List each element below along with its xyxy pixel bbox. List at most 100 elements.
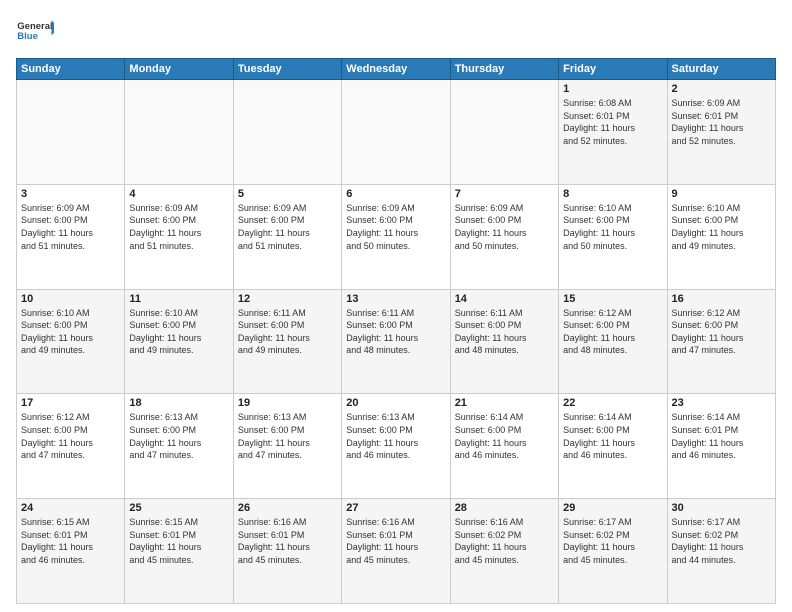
calendar-cell: 3 Sunrise: 6:09 AM Sunset: 6:00 PM Daylig… [17,184,125,289]
day-info: Sunrise: 6:16 AM Sunset: 6:01 PM Dayligh… [346,516,445,566]
day-number: 6 [346,188,445,200]
day-info: Sunrise: 6:15 AM Sunset: 6:01 PM Dayligh… [21,516,120,566]
day-number: 1 [563,83,662,95]
day-number: 21 [455,397,554,409]
calendar-cell: 27 Sunrise: 6:16 AM Sunset: 6:01 PM Dayli… [342,499,450,604]
svg-text:Blue: Blue [17,31,38,42]
day-info: Sunrise: 6:14 AM Sunset: 6:00 PM Dayligh… [455,411,554,461]
calendar-cell: 20 Sunrise: 6:13 AM Sunset: 6:00 PM Dayli… [342,394,450,499]
day-number: 29 [563,502,662,514]
day-number: 22 [563,397,662,409]
logo-svg: General Blue [16,12,54,50]
day-of-week-header: Friday [559,59,667,80]
calendar-cell: 29 Sunrise: 6:17 AM Sunset: 6:02 PM Dayli… [559,499,667,604]
calendar-cell: 13 Sunrise: 6:11 AM Sunset: 6:00 PM Dayli… [342,289,450,394]
day-number: 25 [129,502,228,514]
day-number: 27 [346,502,445,514]
day-number: 18 [129,397,228,409]
calendar-week-row: 10 Sunrise: 6:10 AM Sunset: 6:00 PM Dayli… [17,289,776,394]
calendar-cell: 24 Sunrise: 6:15 AM Sunset: 6:01 PM Dayli… [17,499,125,604]
day-number: 8 [563,188,662,200]
day-of-week-header: Tuesday [233,59,341,80]
calendar-cell: 2Sunrise: 6:09 AM Sunset: 6:01 PM Daylig… [667,80,775,185]
day-info: Sunrise: 6:16 AM Sunset: 6:02 PM Dayligh… [455,516,554,566]
calendar-header-row: SundayMondayTuesdayWednesdayThursdayFrid… [17,59,776,80]
day-info: Sunrise: 6:12 AM Sunset: 6:00 PM Dayligh… [563,307,662,357]
day-of-week-header: Monday [125,59,233,80]
day-number: 24 [21,502,120,514]
day-info: Sunrise: 6:11 AM Sunset: 6:00 PM Dayligh… [455,307,554,357]
calendar-week-row: 3 Sunrise: 6:09 AM Sunset: 6:00 PM Daylig… [17,184,776,289]
day-number: 16 [672,293,771,305]
day-info: Sunrise: 6:13 AM Sunset: 6:00 PM Dayligh… [346,411,445,461]
day-info: Sunrise: 6:09 AM Sunset: 6:00 PM Dayligh… [21,202,120,252]
page: General Blue SundayMondayTuesdayWednesda… [0,0,792,612]
calendar-cell [125,80,233,185]
day-info: Sunrise: 6:10 AM Sunset: 6:00 PM Dayligh… [21,307,120,357]
day-number: 28 [455,502,554,514]
day-info: Sunrise: 6:09 AM Sunset: 6:01 PM Dayligh… [672,97,771,147]
calendar-cell: 1 Sunrise: 6:08 AM Sunset: 6:01 PM Daylig… [559,80,667,185]
calendar-cell [342,80,450,185]
svg-text:General: General [17,21,52,32]
day-info: Sunrise: 6:12 AM Sunset: 6:00 PM Dayligh… [21,411,120,461]
day-info: Sunrise: 6:14 AM Sunset: 6:00 PM Dayligh… [563,411,662,461]
day-number: 10 [21,293,120,305]
day-number: 4 [129,188,228,200]
day-info: Sunrise: 6:12 AM Sunset: 6:00 PM Dayligh… [672,307,771,357]
calendar-cell: 7 Sunrise: 6:09 AM Sunset: 6:00 PM Daylig… [450,184,558,289]
day-number: 12 [238,293,337,305]
day-info: Sunrise: 6:13 AM Sunset: 6:00 PM Dayligh… [129,411,228,461]
calendar-cell [450,80,558,185]
day-info: Sunrise: 6:11 AM Sunset: 6:00 PM Dayligh… [346,307,445,357]
calendar-cell: 12Sunrise: 6:11 AM Sunset: 6:00 PM Dayli… [233,289,341,394]
day-number: 26 [238,502,337,514]
day-of-week-header: Sunday [17,59,125,80]
day-number: 17 [21,397,120,409]
day-number: 3 [21,188,120,200]
calendar-cell: 25 Sunrise: 6:15 AM Sunset: 6:01 PM Dayli… [125,499,233,604]
day-info: Sunrise: 6:17 AM Sunset: 6:02 PM Dayligh… [563,516,662,566]
day-info: Sunrise: 6:09 AM Sunset: 6:00 PM Dayligh… [455,202,554,252]
day-info: Sunrise: 6:08 AM Sunset: 6:01 PM Dayligh… [563,97,662,147]
day-number: 9 [672,188,771,200]
calendar-week-row: 1 Sunrise: 6:08 AM Sunset: 6:01 PM Daylig… [17,80,776,185]
calendar-cell: 19Sunrise: 6:13 AM Sunset: 6:00 PM Dayli… [233,394,341,499]
calendar-cell: 14 Sunrise: 6:11 AM Sunset: 6:00 PM Dayli… [450,289,558,394]
calendar-cell: 17 Sunrise: 6:12 AM Sunset: 6:00 PM Dayli… [17,394,125,499]
calendar-cell: 9 Sunrise: 6:10 AM Sunset: 6:00 PM Daylig… [667,184,775,289]
day-info: Sunrise: 6:17 AM Sunset: 6:02 PM Dayligh… [672,516,771,566]
day-of-week-header: Saturday [667,59,775,80]
day-info: Sunrise: 6:10 AM Sunset: 6:00 PM Dayligh… [672,202,771,252]
day-info: Sunrise: 6:10 AM Sunset: 6:00 PM Dayligh… [129,307,228,357]
day-of-week-header: Thursday [450,59,558,80]
day-info: Sunrise: 6:09 AM Sunset: 6:00 PM Dayligh… [238,202,337,252]
calendar-cell: 18 Sunrise: 6:13 AM Sunset: 6:00 PM Dayli… [125,394,233,499]
day-number: 13 [346,293,445,305]
day-number: 20 [346,397,445,409]
day-number: 7 [455,188,554,200]
day-number: 23 [672,397,771,409]
calendar-cell: 11 Sunrise: 6:10 AM Sunset: 6:00 PM Dayli… [125,289,233,394]
day-info: Sunrise: 6:15 AM Sunset: 6:01 PM Dayligh… [129,516,228,566]
logo: General Blue [16,12,54,50]
day-info: Sunrise: 6:16 AM Sunset: 6:01 PM Dayligh… [238,516,337,566]
calendar-cell: 15 Sunrise: 6:12 AM Sunset: 6:00 PM Dayli… [559,289,667,394]
calendar-cell: 30 Sunrise: 6:17 AM Sunset: 6:02 PM Dayli… [667,499,775,604]
calendar-cell: 6 Sunrise: 6:09 AM Sunset: 6:00 PM Daylig… [342,184,450,289]
day-number: 19 [238,397,337,409]
day-number: 5 [238,188,337,200]
calendar-cell: 28 Sunrise: 6:16 AM Sunset: 6:02 PM Dayli… [450,499,558,604]
day-number: 15 [563,293,662,305]
calendar-cell [17,80,125,185]
day-of-week-header: Wednesday [342,59,450,80]
day-info: Sunrise: 6:14 AM Sunset: 6:01 PM Dayligh… [672,411,771,461]
day-number: 11 [129,293,228,305]
calendar-cell: 4Sunrise: 6:09 AM Sunset: 6:00 PM Daylig… [125,184,233,289]
day-info: Sunrise: 6:09 AM Sunset: 6:00 PM Dayligh… [346,202,445,252]
calendar-cell: 23 Sunrise: 6:14 AM Sunset: 6:01 PM Dayli… [667,394,775,499]
day-number: 30 [672,502,771,514]
header: General Blue [16,12,776,50]
calendar-cell [233,80,341,185]
day-number: 14 [455,293,554,305]
